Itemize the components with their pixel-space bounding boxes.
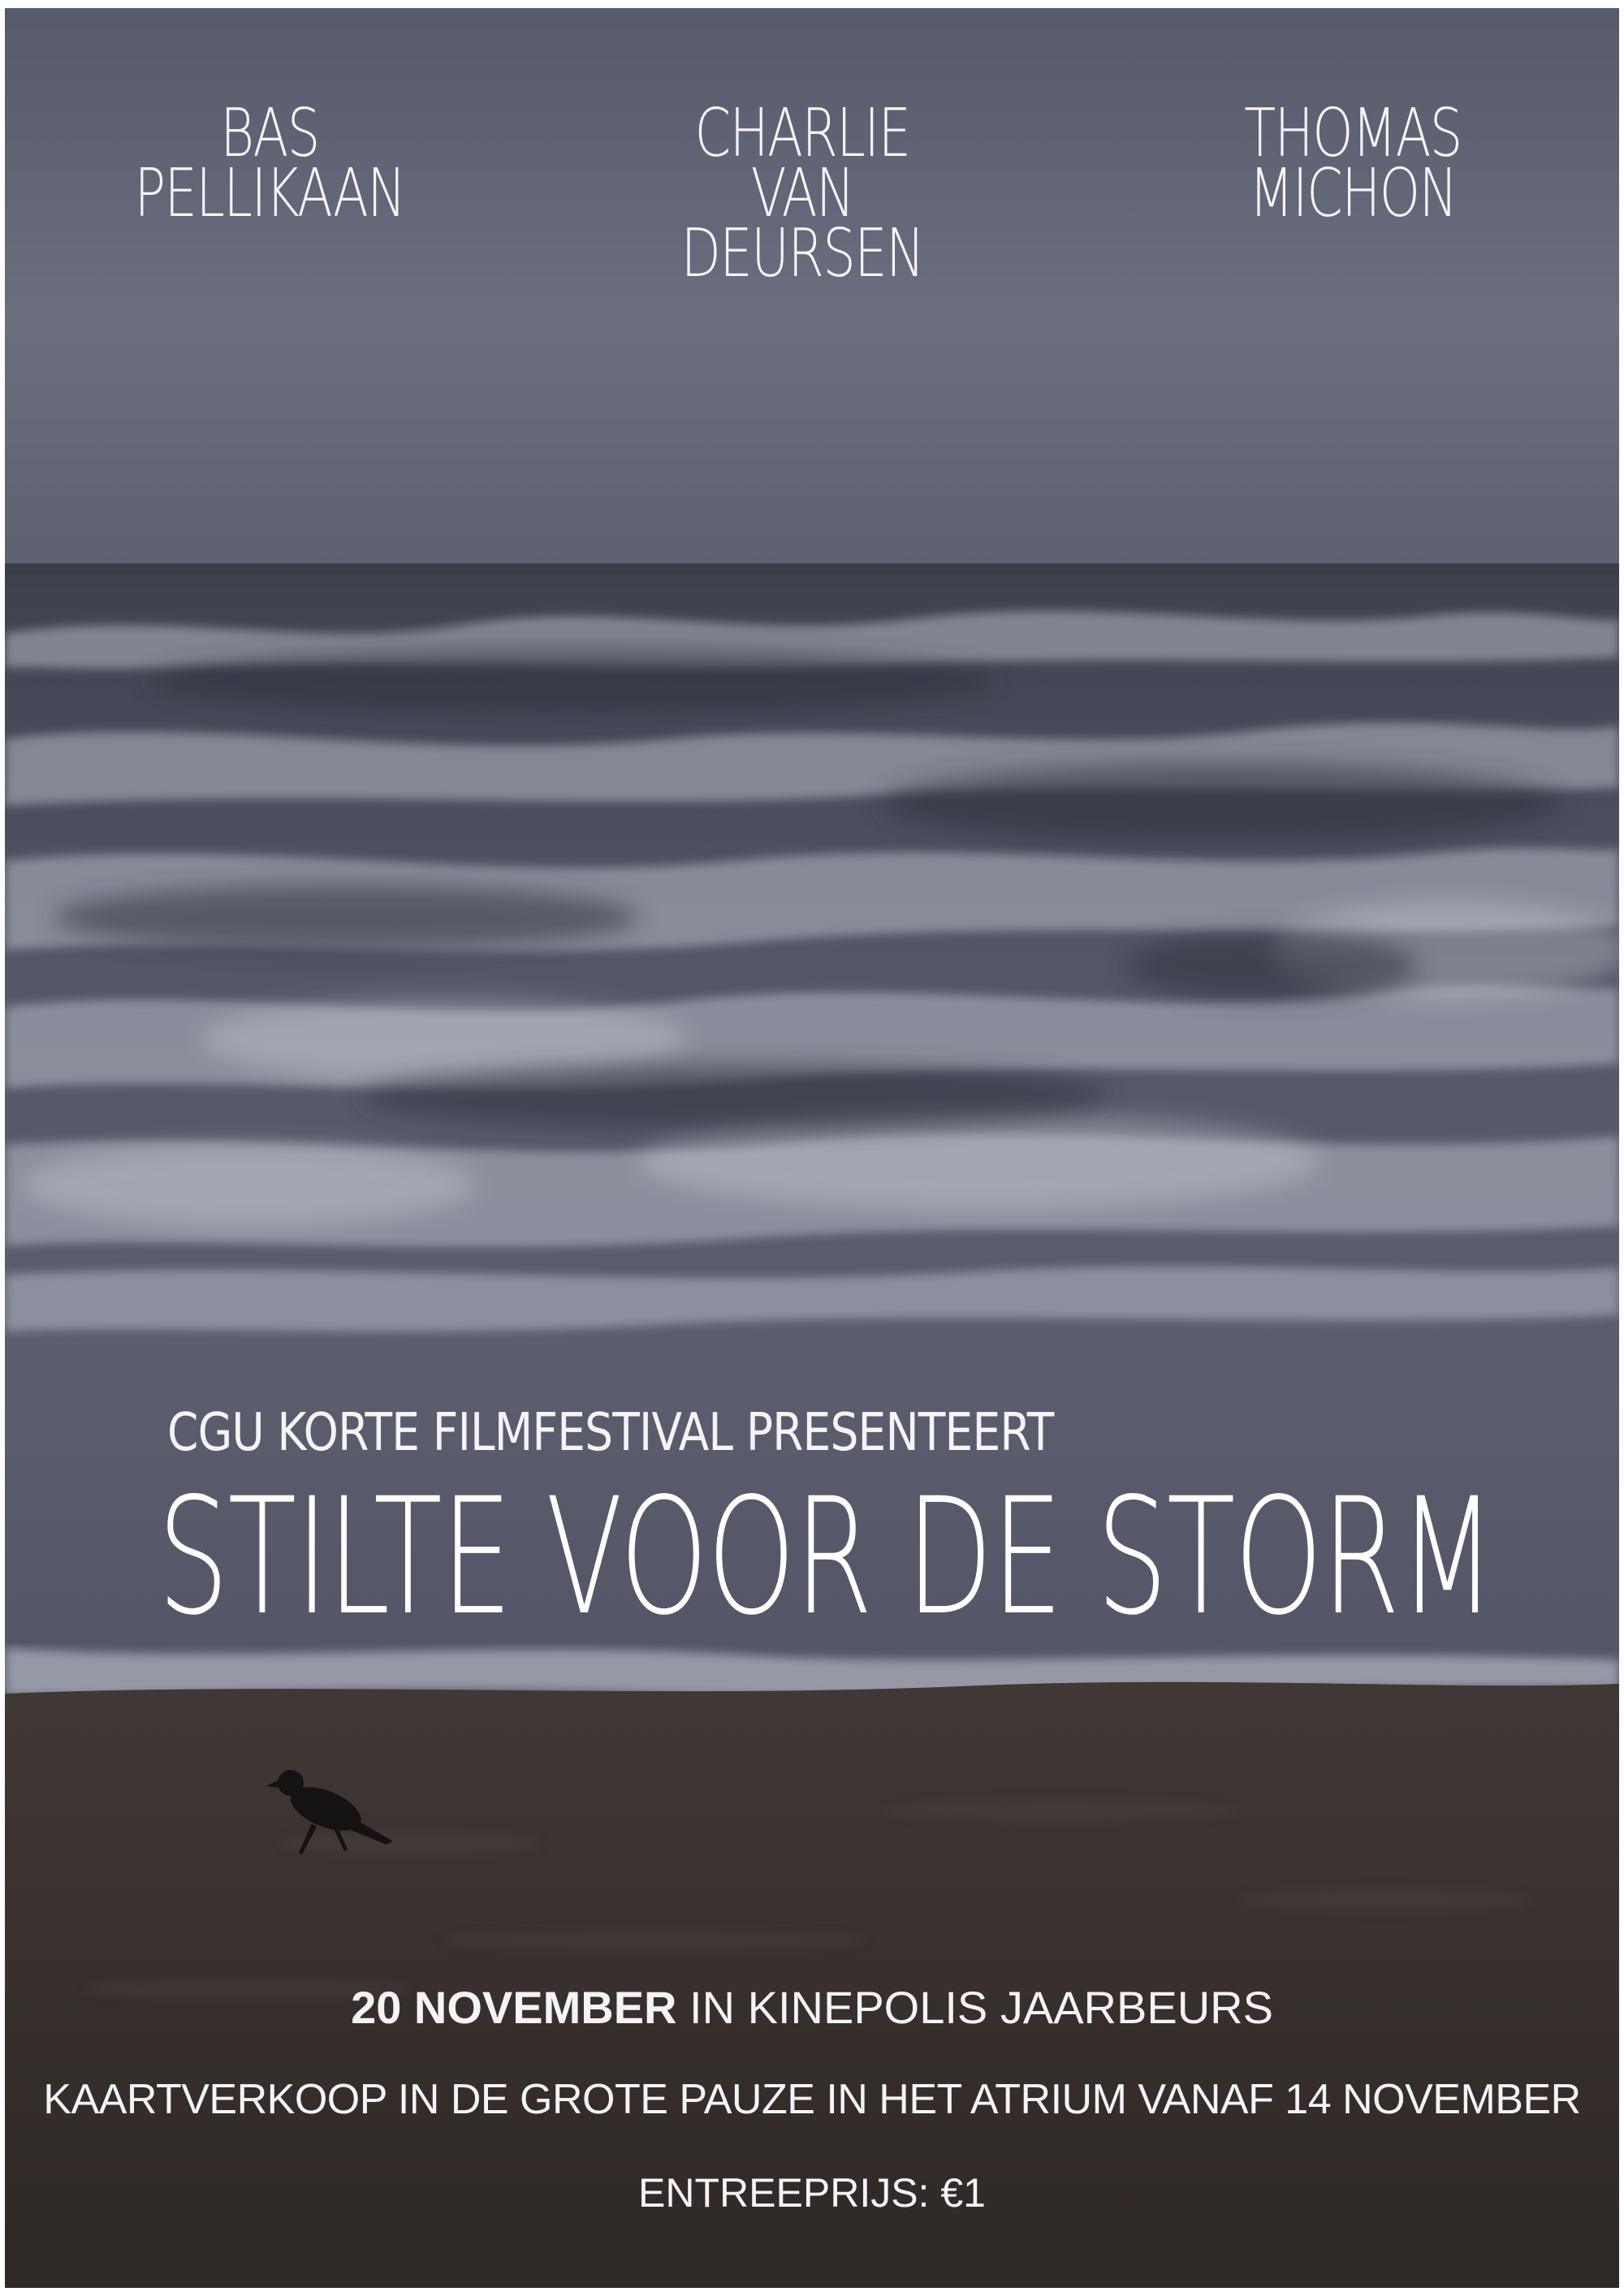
credit-last-name: MICHON xyxy=(1249,155,1458,232)
movie-poster: BAS PELLIKAAN CHARLIE VAN DEURSEN THOMAS… xyxy=(5,8,1619,2288)
event-date: 20 NOVEMBER xyxy=(351,1982,677,2033)
credit-last-name: PELLIKAAN xyxy=(134,155,406,232)
credit-thomas-michon: THOMAS MICHON xyxy=(1188,101,1518,232)
event-location: IN KINEPOLIS JAARBEURS xyxy=(676,1982,1273,2033)
event-date-location: 20 NOVEMBER IN KINEPOLIS JAARBEURS xyxy=(5,1981,1619,2034)
film-title: STILTE VOOR DE STORM xyxy=(158,1463,1496,1651)
credit-charlie-van-deursen: CHARLIE VAN DEURSEN xyxy=(637,101,967,292)
stormy-beach-photo xyxy=(5,8,1619,2288)
credit-bas-pellikaan: BAS PELLIKAAN xyxy=(105,101,434,232)
ticket-sales-info: KAARTVERKOOP IN DE GROTE PAUZE IN HET AT… xyxy=(43,2076,1581,2123)
entry-price: ENTREEPRIJS: €1 xyxy=(638,2170,986,2216)
presenter-line: CGU KORTE FILMFESTIVAL PRESENTEERT xyxy=(167,1403,1054,1463)
credit-last-name: VAN DEURSEN xyxy=(680,155,925,292)
